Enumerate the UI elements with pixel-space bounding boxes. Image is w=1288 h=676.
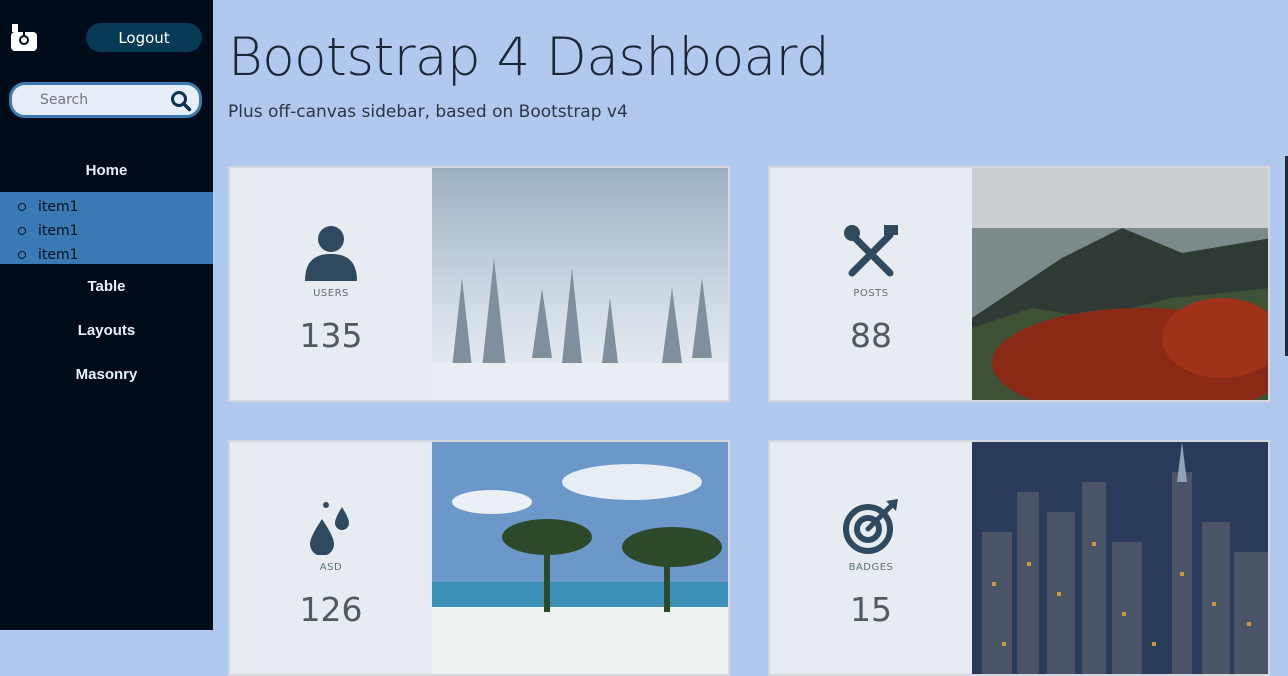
search-icon[interactable]	[170, 90, 192, 112]
stat-card-badges[interactable]: BADGES 15	[768, 440, 1270, 676]
logout-button[interactable]: Logout	[86, 23, 202, 52]
stat-overlay	[230, 168, 432, 400]
submenu-item[interactable]: item1	[0, 219, 213, 243]
stat-value: 15	[850, 590, 892, 629]
user-icon	[305, 226, 357, 281]
stat-label: BADGES	[848, 562, 894, 573]
stat-value: 126	[299, 590, 363, 629]
bullet-icon	[18, 203, 26, 211]
joystick-logo-icon[interactable]	[10, 22, 38, 52]
stat-overlay	[230, 442, 432, 674]
home-submenu: item1 item1 item1	[0, 192, 213, 264]
bullet-icon	[18, 227, 26, 235]
nav-table[interactable]: Table	[0, 278, 213, 295]
stat-overlay	[770, 442, 972, 674]
search-field	[9, 82, 202, 118]
stat-card-asd[interactable]: ASD 126	[228, 440, 730, 676]
submenu-item[interactable]: item1	[0, 243, 213, 267]
stat-label: ASD	[319, 562, 343, 573]
nav-layouts[interactable]: Layouts	[0, 322, 213, 339]
page-title: Bootstrap 4 Dashboard	[228, 27, 830, 88]
mountain-autumn-image	[972, 168, 1268, 400]
stat-value: 88	[850, 316, 892, 355]
nav-masonry[interactable]: Masonry	[0, 366, 213, 383]
sidebar: Logout Home item1 item1 item1 Table Layo…	[0, 0, 213, 630]
stat-overlay	[770, 168, 972, 400]
drops-icon	[310, 502, 349, 555]
page-subtitle: Plus off-canvas sidebar, based on Bootst…	[228, 102, 628, 122]
target-icon	[843, 499, 898, 554]
bullet-icon	[18, 251, 26, 259]
stat-label: POSTS	[853, 288, 889, 299]
tools-icon	[844, 225, 898, 277]
city-skyline-image	[972, 442, 1268, 674]
stat-label: USERS	[313, 288, 349, 299]
stat-value: 135	[299, 316, 363, 355]
stat-card-users[interactable]: USERS 135	[228, 166, 730, 402]
stat-card-posts[interactable]: POSTS 88	[768, 166, 1270, 402]
search-input[interactable]	[40, 92, 160, 108]
winter-forest-image	[432, 168, 728, 400]
nav-home[interactable]: Home	[0, 162, 213, 179]
beach-palms-image	[432, 442, 728, 674]
submenu-item[interactable]: item1	[0, 195, 213, 219]
